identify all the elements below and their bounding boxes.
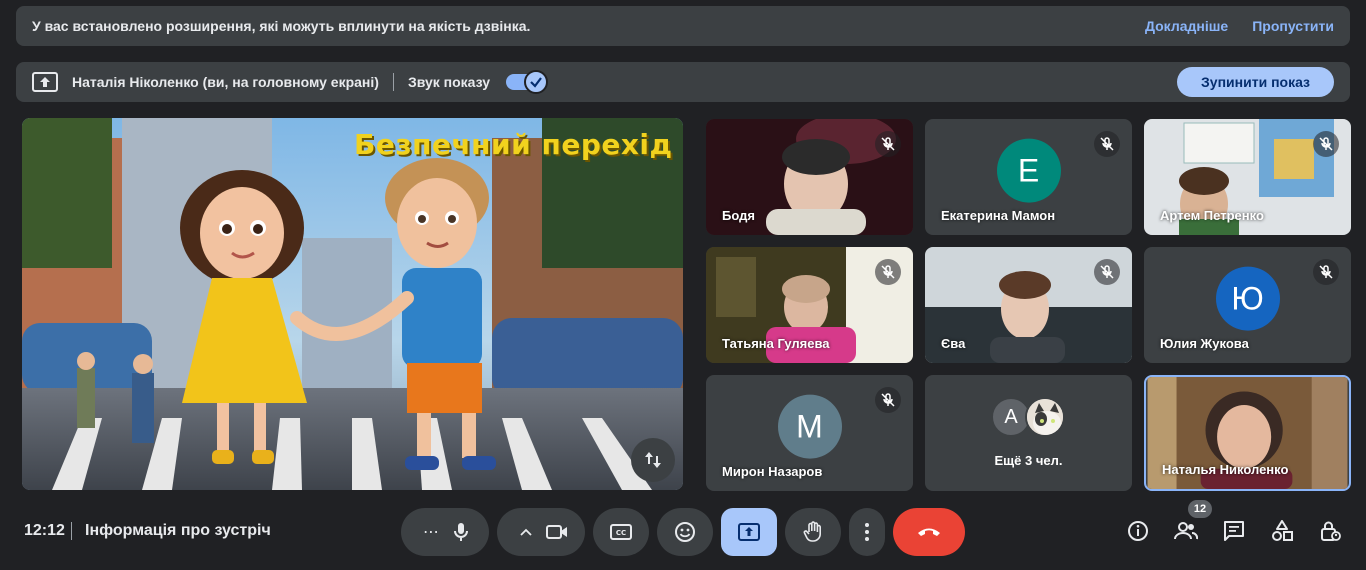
meeting-details-button[interactable] [1125, 518, 1151, 544]
participant-name: Єва [941, 336, 966, 351]
presenting-bar: Наталія Ніколенко (ви, на головному екра… [16, 62, 1350, 102]
stop-presenting-button[interactable]: Зупинити показ [1177, 67, 1334, 97]
avatar: Ю [1215, 266, 1280, 331]
activities-button[interactable] [1269, 518, 1295, 544]
mic-off-icon [1094, 259, 1120, 285]
participant-name: Бодя [722, 208, 755, 223]
people-icon [1174, 522, 1198, 540]
present-screen-icon [32, 72, 58, 92]
slide-title: Безпечний перехід [354, 128, 673, 161]
chevron-up-icon[interactable] [506, 523, 546, 541]
banner-message: У вас встановлено розширення, які можуть… [32, 18, 531, 34]
swap-vert-icon [645, 452, 661, 468]
bottom-toolbar: 12:12 Інформація про зустріч ⋯ CC 12 [0, 500, 1366, 570]
present-screen-icon [738, 523, 760, 541]
divider [71, 522, 72, 540]
details-link[interactable]: Докладніше [1145, 18, 1228, 34]
shapes-icon [1272, 520, 1293, 541]
people-button[interactable] [1173, 518, 1199, 544]
mic-off-icon [875, 131, 901, 157]
people-count-badge: 12 [1188, 500, 1212, 518]
more-options-button[interactable] [849, 508, 885, 556]
chat-icon [1224, 521, 1244, 541]
participant-tile[interactable]: Е Екатерина Мамон [925, 119, 1132, 235]
participant-tile-self[interactable]: Наталья Николенко [1144, 375, 1351, 491]
cat-avatar [1025, 397, 1065, 437]
clock: 12:12 [24, 522, 65, 539]
swap-layout-button[interactable] [631, 438, 675, 482]
mic-off-icon [875, 259, 901, 285]
skip-link[interactable]: Пропустити [1252, 18, 1334, 34]
mic-off-icon [875, 387, 901, 413]
call-end-icon [918, 528, 940, 536]
participant-name: Наталья Николенко [1162, 462, 1289, 477]
check-icon [524, 70, 549, 94]
more-vert-icon [865, 523, 869, 541]
participant-tile[interactable]: Єва [925, 247, 1132, 363]
shared-screen: Безпечний перехід [22, 118, 683, 490]
extension-warning-banner: У вас встановлено розширення, які можуть… [16, 6, 1350, 46]
participant-name: Юлия Жукова [1160, 336, 1249, 351]
avatar: Е [996, 138, 1061, 203]
participant-tile[interactable]: Ю Юлия Жукова [1144, 247, 1351, 363]
participant-tile[interactable]: Артем Петренко [1144, 119, 1351, 235]
participant-tile[interactable]: М Мирон Назаров [706, 375, 913, 491]
chat-button[interactable] [1221, 518, 1247, 544]
raise-hand-button[interactable] [785, 508, 841, 556]
mic-off-icon [1094, 131, 1120, 157]
audio-controls: ⋯ [401, 508, 489, 556]
share-audio-toggle[interactable] [506, 70, 549, 94]
mic-icon[interactable] [451, 521, 471, 543]
participant-name: Артем Петренко [1160, 208, 1264, 223]
reactions-button[interactable] [657, 508, 713, 556]
participant-name: Екатерина Мамон [941, 208, 1056, 223]
leave-call-button[interactable] [893, 508, 965, 556]
video-controls [497, 508, 585, 556]
hand-icon [803, 521, 821, 542]
presentation-slide-image [22, 118, 683, 490]
lock-person-icon [1321, 521, 1341, 541]
emoji-icon [675, 522, 695, 542]
more-avatars: А [991, 397, 1065, 437]
participant-name: Мирон Назаров [722, 464, 823, 479]
captions-icon: CC [610, 524, 632, 540]
mic-off-icon [1313, 259, 1339, 285]
present-button[interactable] [721, 508, 777, 556]
participant-name: Татьяна Гуляева [722, 336, 830, 351]
participant-tile[interactable]: Татьяна Гуляева [706, 247, 913, 363]
svg-text:CC: CC [616, 529, 626, 537]
divider [392, 73, 394, 91]
presenter-label: Наталія Ніколенко (ви, на головному екра… [72, 74, 379, 90]
audio-options-button[interactable]: ⋯ [411, 522, 451, 542]
host-controls-button[interactable] [1317, 518, 1343, 544]
more-participants-label: Ещё 3 чел. [994, 453, 1063, 468]
info-icon [1128, 521, 1148, 541]
avatar: М [777, 394, 842, 459]
mic-off-icon [1313, 131, 1339, 157]
meeting-info-label: Інформація про зустріч [85, 522, 271, 539]
participant-tile[interactable]: Бодя [706, 119, 913, 235]
more-participants-tile[interactable]: А Ещё 3 чел. [925, 375, 1132, 491]
captions-button[interactable]: CC [593, 508, 649, 556]
share-audio-label: Звук показу [407, 74, 491, 90]
camera-icon[interactable] [546, 524, 568, 540]
